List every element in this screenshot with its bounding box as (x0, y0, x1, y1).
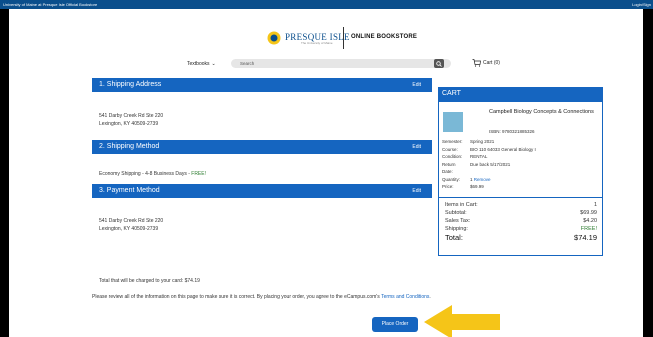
shipping-method-edit-link[interactable]: Edit (412, 144, 421, 150)
cart-panel: Campbell Biology Concepts & Connections … (438, 101, 603, 256)
detail-value: BIO 110 64033 General Biology I (470, 146, 536, 152)
subtotal-label: Subtotal: (445, 210, 467, 216)
cart-link[interactable]: Cart (0) (472, 59, 500, 67)
login-link[interactable]: Login/Sign (632, 0, 651, 9)
review-text: Please review all of the information on … (92, 294, 382, 300)
detail-row: Return Due back 5/17/2021 (442, 161, 590, 169)
shipping-method-title: 2. Shipping Method (99, 143, 160, 150)
detail-label: Return (442, 161, 456, 167)
page: PRESQUE ISLE The University of Maine ONL… (9, 9, 643, 337)
detail-label: Condition: (442, 154, 463, 159)
shipping-method-free: FREE! (191, 171, 206, 177)
payment-method-header: 3. Payment Method Edit (92, 184, 432, 198)
logo-school-sub: The University of Maine (301, 41, 333, 45)
detail-label: Semester: (442, 139, 463, 144)
detail-row: Quantity: 1 Remove (442, 176, 590, 184)
items-label: Items in Cart: (445, 202, 478, 208)
total-charged-text: Total that will be charged to your card:… (99, 278, 200, 284)
summary-row: Items in Cart: 1 (445, 201, 597, 209)
billing-address: 541 Darby Creek Rd Ste 220 Lexington, KY… (99, 217, 163, 233)
detail-value: Spring 2021 (470, 139, 495, 144)
shipping-address-header: 1. Shipping Address Edit (92, 78, 432, 92)
search-button[interactable] (434, 59, 444, 68)
terms-link[interactable]: Terms and Conditions (381, 294, 429, 300)
shipping-address-line1: 541 Darby Creek Rd Ste 220 (99, 113, 164, 119)
summary-row: Sales Tax: $4.20 (445, 217, 597, 225)
detail-value (470, 168, 590, 176)
summary-row: Subtotal: $69.99 (445, 209, 597, 217)
store-logo[interactable]: PRESQUE ISLE The University of Maine ONL… (267, 27, 427, 49)
billing-address-line1: 541 Darby Creek Rd Ste 220 (99, 218, 164, 224)
payment-method-edit-link[interactable]: Edit (412, 188, 421, 194)
textbooks-label: Textbooks (187, 61, 210, 67)
detail-label: Price: (442, 184, 454, 189)
search-placeholder: Search (240, 60, 255, 66)
book-cover-image (443, 112, 463, 132)
store-name: University of Maine at Presque Isle Offi… (3, 2, 98, 7)
detail-value: 1 Remove (470, 176, 590, 184)
detail-row: Price: $69.99 (442, 183, 590, 191)
cart-title: CART (442, 89, 461, 97)
cart-icon (472, 59, 481, 67)
detail-label: Quantity: (442, 176, 461, 182)
shipping-address-line2: Lexington, KY 40509-2739 (99, 121, 159, 127)
place-order-button[interactable]: Place Order (372, 317, 418, 332)
detail-row: Semester: Spring 2021 (442, 138, 590, 146)
logo-store: ONLINE BOOKSTORE (351, 34, 418, 40)
detail-label: Course: (442, 146, 458, 152)
quantity-value: 1 (470, 176, 473, 182)
shipping-address-edit-link[interactable]: Edit (412, 82, 421, 88)
shipping-address-title: 1. Shipping Address (99, 81, 162, 88)
chevron-down-icon: ⌄ (211, 61, 216, 67)
detail-label: Date: (442, 169, 453, 174)
total-value: $74.19 (574, 233, 597, 242)
summary-total-row: Total: $74.19 (445, 233, 597, 243)
textbooks-menu[interactable]: Textbooks ⌄ (187, 61, 216, 67)
search-icon (436, 60, 442, 67)
shipping-address: 541 Darby Creek Rd Ste 220 Lexington, KY… (99, 112, 163, 128)
detail-value: Due back 5/17/2021 (470, 161, 511, 167)
book-title: Campbell Biology Concepts & Connections (489, 109, 594, 115)
remove-link[interactable]: Remove (474, 177, 491, 182)
book-details: Semester: Spring 2021 Course: BIO 110 6403… (442, 138, 590, 191)
review-end: . (429, 294, 431, 300)
cart-header: CART (438, 87, 603, 101)
seal-icon (267, 31, 281, 45)
items-value: 1 (593, 202, 597, 208)
review-notice: Please review all of the information on … (92, 293, 437, 301)
detail-row: Course: BIO 110 64033 General Biology I (442, 146, 590, 154)
payment-method-title: 3. Payment Method (99, 187, 160, 194)
cart-summary: Items in Cart: 1 Subtotal: $69.99 Sales Ta… (445, 201, 597, 243)
tax-value: $4.20 (583, 218, 597, 224)
tax-label: Sales Tax: (445, 218, 471, 224)
detail-row: Date: (442, 168, 590, 176)
search-input[interactable]: Search (231, 59, 451, 68)
detail-value: RENTAL (470, 154, 488, 159)
total-label: Total: (445, 233, 463, 242)
billing-address-line2: Lexington, KY 40509-2739 (99, 226, 159, 232)
nav-row: Textbooks ⌄ Search Cart (0) (9, 59, 643, 73)
book-isbn: ISBN: 9780321885326 (489, 129, 535, 134)
shipping-method-desc: Economy Shipping - 4-8 Business Days - (99, 171, 192, 177)
summary-row: Shipping: FREE! (445, 225, 597, 233)
shipping-method-header: 2. Shipping Method Edit (92, 140, 432, 154)
detail-row: Condition: RENTAL (442, 153, 590, 161)
cart-link-label: Cart (0) (483, 60, 500, 66)
logo-divider (343, 27, 344, 49)
subtotal-value: $69.99 (580, 210, 597, 216)
arrow-left-icon (424, 305, 500, 337)
top-bar: University of Maine at Presque Isle Offi… (0, 0, 653, 9)
shipping-value: FREE! (580, 226, 597, 232)
shipping-method-text: Economy Shipping - 4-8 Business Days - F… (99, 171, 206, 177)
cart-divider (439, 197, 602, 198)
detail-value: $69.99 (470, 184, 484, 189)
shipping-label: Shipping: (445, 226, 468, 232)
